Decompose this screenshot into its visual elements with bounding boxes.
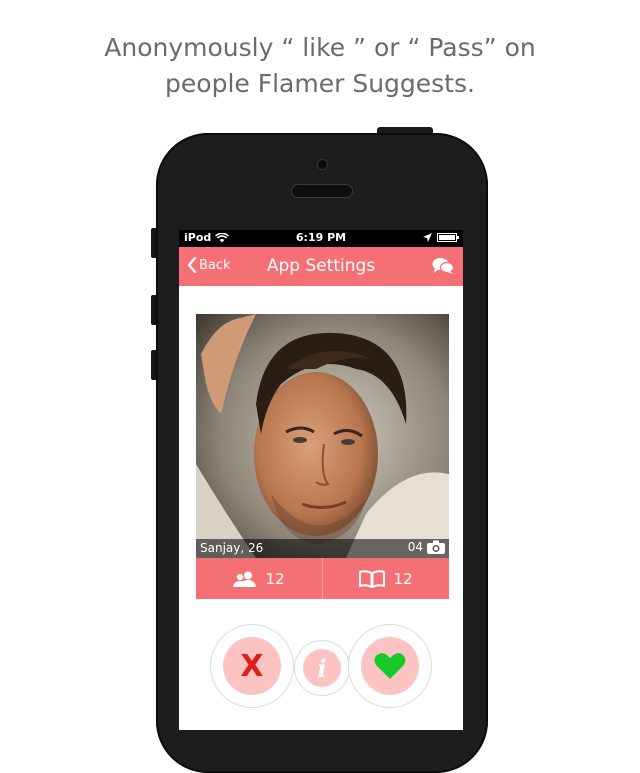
heart-icon [374, 653, 406, 679]
open-book-icon [359, 569, 386, 588]
location-arrow-icon [423, 233, 432, 242]
headline-line-1: Anonymously “ like ” or “ Pass” on [104, 33, 536, 62]
headline: Anonymously “ like ” or “ Pass” on peopl… [0, 30, 640, 102]
info-button-inner: i [303, 649, 341, 687]
profile-stats-bar: 12 12 [196, 558, 449, 599]
battery-icon [437, 233, 459, 242]
photo-count-value: 04 [407, 540, 423, 554]
phone-screen: iPod 6:19 PM Back App Settings Sanjay, 2… [179, 230, 463, 730]
pass-button[interactable]: X [210, 624, 294, 708]
pass-x-icon: X [240, 648, 264, 684]
front-camera [318, 160, 327, 169]
camera-icon [427, 540, 445, 554]
headline-line-2: people Flamer Suggests. [165, 69, 475, 98]
like-button[interactable] [348, 624, 432, 708]
status-bar: iPod 6:19 PM [179, 230, 463, 247]
info-icon: i [317, 653, 327, 683]
info-button[interactable]: i [294, 640, 350, 696]
friends-count: 12 [265, 569, 285, 588]
chat-bubbles-icon[interactable] [432, 257, 455, 279]
likes-count: 12 [393, 569, 413, 588]
likes-stat[interactable]: 12 [322, 558, 449, 599]
friends-stat[interactable]: 12 [196, 558, 322, 599]
earpiece-speaker [292, 185, 352, 197]
status-right [423, 233, 459, 242]
like-button-inner [361, 637, 419, 695]
photo-caption-bar: Sanjay, 26 04 [196, 539, 449, 558]
people-icon [233, 571, 257, 587]
profile-photo[interactable]: Sanjay, 26 04 [196, 314, 449, 558]
pass-button-inner: X [223, 637, 281, 695]
profile-photo-image [196, 314, 449, 558]
status-time: 6:19 PM [295, 231, 347, 244]
photo-count[interactable]: 04 [408, 540, 445, 554]
nav-bar: Back App Settings [179, 247, 463, 286]
page-title: App Settings [266, 256, 376, 276]
profile-name-age: Sanjay, 26 [200, 541, 264, 555]
